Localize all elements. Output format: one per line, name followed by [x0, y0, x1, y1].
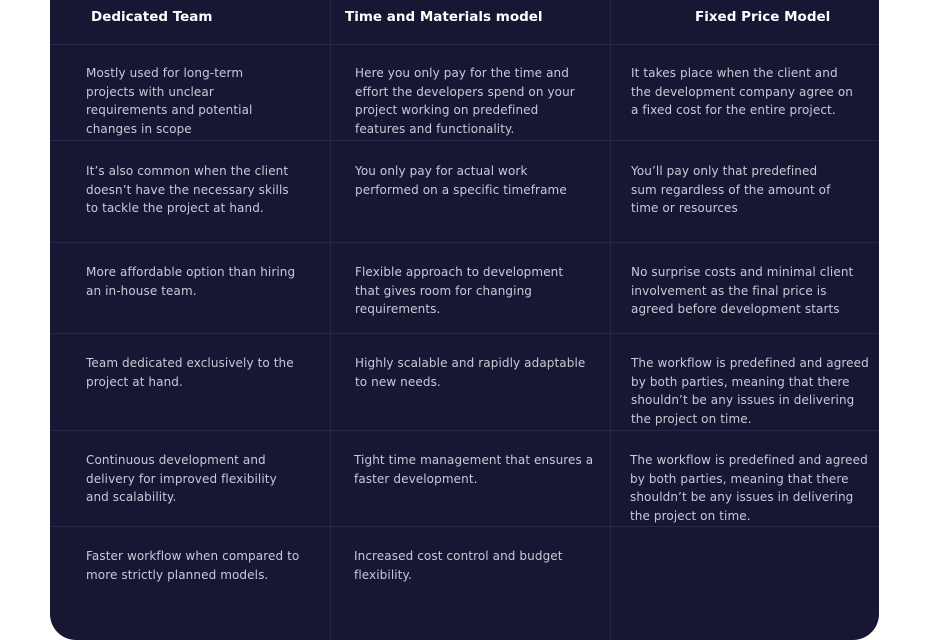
table-cell: It takes place when the client and the d…: [631, 66, 853, 117]
table-cell: More affordable option than hiring an in…: [86, 265, 296, 298]
comparison-table: Dedicated Team Time and Materials model …: [50, 0, 879, 640]
row-divider: [50, 44, 879, 45]
table-cell: No surprise costs and minimal client inv…: [631, 265, 854, 316]
table-cell: Continuous development and delivery for …: [86, 453, 277, 504]
table-cell: Flexible approach to development that gi…: [355, 265, 564, 316]
row-divider: [50, 140, 879, 141]
row-divider: [50, 430, 879, 431]
column-header-fixed-price: Fixed Price Model: [695, 9, 831, 25]
row-divider: [50, 333, 879, 334]
table-cell: You’ll pay only that predefined sum rega…: [631, 164, 831, 215]
table-cell: The workflow is predefined and agreed by…: [631, 356, 869, 426]
column-divider: [610, 0, 611, 640]
table-cell: Here you only pay for the time and effor…: [355, 66, 575, 136]
row-divider: [50, 526, 879, 527]
table-cell: Mostly used for long-term projects with …: [86, 66, 253, 136]
table-cell: You only pay for actual work performed o…: [355, 164, 567, 197]
table-cell: The workflow is predefined and agreed by…: [630, 453, 868, 523]
table-cell: Increased cost control and budget flexib…: [354, 549, 563, 582]
row-divider: [50, 242, 879, 243]
table-cell: Highly scalable and rapidly adaptable to…: [355, 356, 586, 389]
table-cell: Team dedicated exclusively to the projec…: [86, 356, 294, 389]
table-cell: Tight time management that ensures a fas…: [354, 453, 594, 486]
table-cell: It’s also common when the client doesn’t…: [86, 164, 289, 215]
column-header-time-and-materials: Time and Materials model: [345, 9, 543, 25]
column-header-dedicated-team: Dedicated Team: [91, 9, 213, 25]
column-divider: [330, 0, 331, 640]
table-cell: Faster workflow when compared to more st…: [86, 549, 300, 582]
